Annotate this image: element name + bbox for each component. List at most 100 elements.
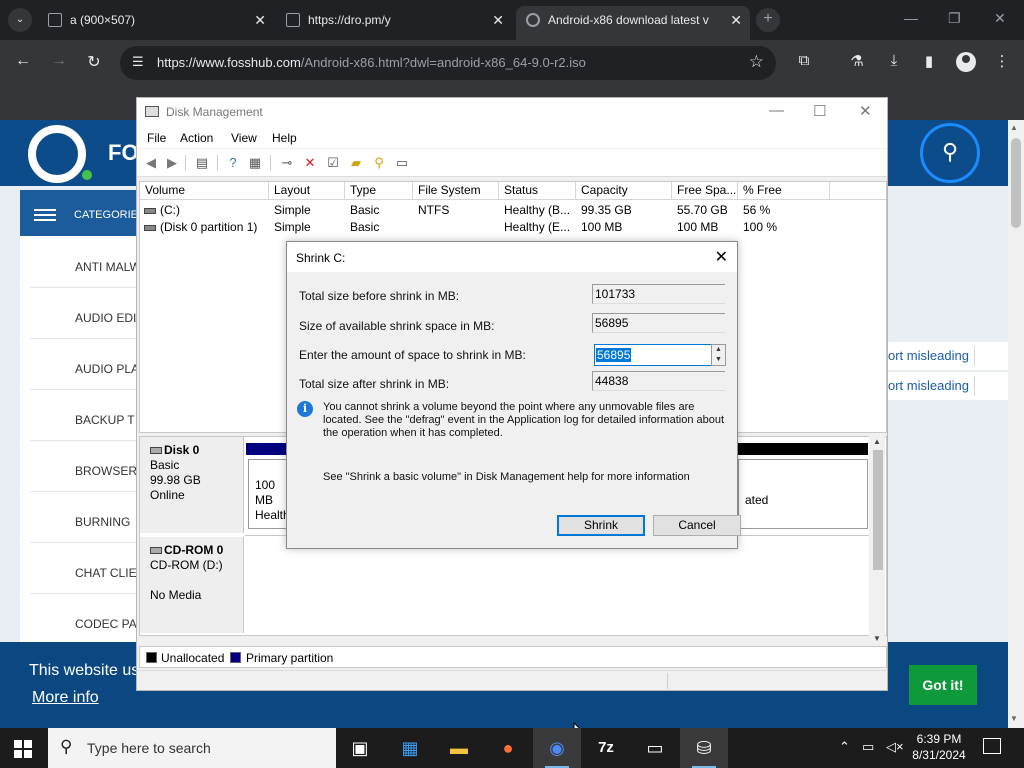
tab-search-icon[interactable]: ⌄ [8,8,32,32]
console-tree-icon[interactable]: ▤ [194,155,210,171]
column-header-type[interactable]: Type [345,182,413,200]
shrink-button[interactable]: Shrink [557,515,645,536]
chrome-menu-icon[interactable]: ⋮ [991,52,1013,70]
site-search-icon[interactable]: ⚲ [920,123,980,183]
task-view-icon[interactable]: ▣ [336,728,384,768]
terminal-icon[interactable]: ▭ [631,728,679,768]
microsoft-store-icon[interactable]: ▦ [386,728,434,768]
address-url[interactable]: https://www.fosshub.com/Android-x86.html… [157,55,586,70]
category-item[interactable]: AUDIO PLA [75,362,139,376]
taskbar-search-box[interactable]: ⚲ Type here to search [48,728,336,768]
profile-avatar-icon[interactable] [956,52,976,72]
report-link[interactable]: ort misleading [888,372,1008,400]
column-header-layout[interactable]: Layout [269,182,345,200]
address-bar[interactable]: ☰ https://www.fosshub.com/Android-x86.ht… [120,46,776,80]
firefox-icon[interactable]: ● [484,728,532,768]
back-icon[interactable]: ← [12,52,34,70]
search-folder-icon[interactable]: ⚲ [371,155,387,171]
shrink-amount-spinner[interactable]: ▲ ▼ [711,344,726,366]
scroll-up-arrow-icon[interactable]: ▲ [873,437,881,446]
report-link[interactable]: ort misleading [888,342,1008,370]
column-header-percent-free[interactable]: % Free [738,182,830,200]
menu-view[interactable]: View [231,131,257,145]
minimize-icon[interactable]: — [769,102,784,119]
taskbar-clock[interactable]: 6:39 PM 8/31/2024 [906,731,972,763]
browser-tab-active[interactable]: Android-x86 download latest v ✕ [516,6,750,40]
shrink-amount-selected-text[interactable]: 56895 [596,348,632,362]
new-folder-icon[interactable]: ▰ [348,155,364,171]
cdrom-label[interactable]: CD-ROM 0 CD-ROM (D:) No Media [140,537,244,633]
scroll-down-arrow-icon[interactable]: ▼ [1010,714,1018,723]
window-close-icon[interactable]: ✕ [994,10,1006,27]
labs-flask-icon[interactable]: ⚗ [846,52,868,70]
extensions-icon[interactable]: ⧉ [793,52,815,69]
settings-icon[interactable]: ▭ [394,155,410,171]
close-icon[interactable]: ✕ [715,247,728,267]
menu-action[interactable]: Action [180,131,213,145]
menu-file[interactable]: File [147,131,166,145]
column-header-filesystem[interactable]: File System [413,182,499,200]
notifications-icon[interactable] [983,738,1001,754]
reload-icon[interactable]: ↻ [83,52,105,72]
forward-icon[interactable]: → [48,52,70,70]
window-restore-icon[interactable]: ❐ [948,10,961,27]
back-arrow-icon[interactable]: ◀ [143,155,159,171]
connect-drive-icon[interactable]: ⊸ [279,155,295,171]
spin-up-icon[interactable]: ▲ [715,346,722,353]
window-minimize-icon[interactable]: — [904,10,918,26]
tab-close-icon[interactable]: ✕ [254,6,266,34]
scroll-down-arrow-icon[interactable]: ▼ [873,634,881,643]
shrink-dialog-titlebar[interactable]: Shrink C: ✕ [287,242,737,272]
tab-close-icon[interactable]: ✕ [730,6,742,34]
category-item[interactable]: BURNING [75,515,130,529]
windows-start-icon[interactable] [14,740,32,758]
new-tab-button[interactable]: + [756,8,780,32]
column-header-volume[interactable]: Volume [140,182,269,200]
category-item[interactable]: AUDIO EDI [75,311,136,325]
categories-label[interactable]: CATEGORIE [74,209,138,221]
check-icon[interactable]: ☑ [325,155,341,171]
column-header-status[interactable]: Status [499,182,576,200]
category-item[interactable]: BROWSER [75,464,137,478]
file-explorer-icon[interactable]: ▬ [435,728,483,768]
category-item[interactable]: CHAT CLIE [75,566,137,580]
cancel-button[interactable]: Cancel [653,515,741,536]
category-item[interactable]: CODEC PA [75,617,137,631]
site-logo-icon[interactable] [28,125,86,183]
page-scrollbar-thumb[interactable] [1011,138,1021,228]
site-info-icon[interactable]: ☰ [132,54,144,70]
category-item[interactable]: ANTI MALW [75,260,141,274]
category-item[interactable]: BACKUP T [75,413,135,427]
chrome-icon[interactable]: ◉ [533,728,581,768]
disk-management-titlebar[interactable]: Disk Management — ☐ ✕ [137,98,887,126]
cookie-accept-button[interactable]: Got it! [909,665,977,705]
tray-chevron-icon[interactable]: ⌃ [839,739,850,755]
help-icon[interactable]: ? [225,155,241,171]
tab-close-icon[interactable]: ✕ [492,6,504,34]
browser-tab[interactable]: a (900×507) ✕ [38,6,274,34]
hamburger-menu-icon[interactable] [34,209,56,221]
menu-help[interactable]: Help [272,131,297,145]
side-panel-icon[interactable]: ▮ [918,52,940,70]
disk-management-taskbar-icon[interactable]: ⛁ [680,728,728,768]
delete-icon[interactable]: ✕ [302,155,318,171]
downloads-icon[interactable]: ⤓ [883,52,905,69]
7zip-icon[interactable]: 7z [582,728,630,768]
column-header-capacity[interactable]: Capacity [576,182,672,200]
bookmark-star-icon[interactable]: ☆ [749,52,764,72]
graph-scrollbar-thumb[interactable] [873,450,883,570]
close-icon[interactable]: ✕ [859,102,872,120]
partition-right[interactable]: ated [738,459,868,529]
volume-muted-icon[interactable]: ◁× [886,739,904,755]
maximize-icon[interactable]: ☐ [813,102,826,120]
properties-icon[interactable]: ▦ [247,155,263,171]
browser-tab[interactable]: https://dro.pm/y ✕ [276,6,512,34]
network-icon[interactable]: ▭ [862,739,874,755]
column-header-free-space[interactable]: Free Spa... [672,182,738,200]
site-logo-text[interactable]: FO [108,140,139,166]
scroll-up-arrow-icon[interactable]: ▲ [1010,123,1018,132]
cookie-more-info-link[interactable]: More info [32,689,99,707]
spin-down-icon[interactable]: ▼ [715,356,722,363]
forward-arrow-icon[interactable]: ▶ [164,155,180,171]
disk0-label[interactable]: Disk 0 Basic 99.98 GB Online [140,437,244,533]
